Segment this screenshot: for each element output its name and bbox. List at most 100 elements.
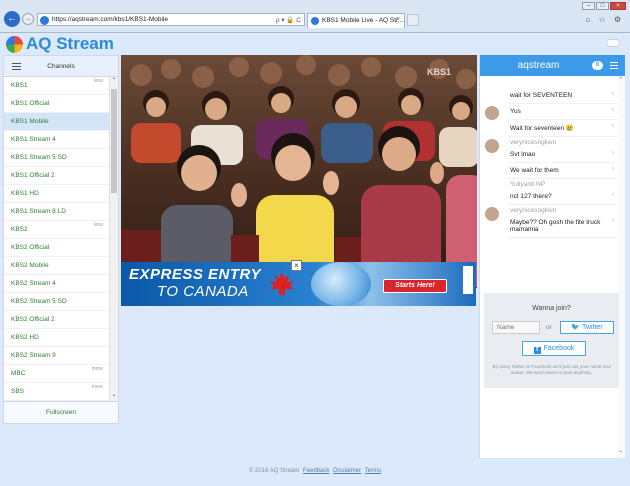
chat-message-text: Yus › [508,104,617,120]
channel-item[interactable]: KBS2 Stream 9 [4,347,111,365]
channel-label: SBS [11,388,25,395]
chat-username[interactable]: verynicesngkwn [508,137,617,147]
channel-item[interactable]: KBS1 Stream 4 [4,131,111,149]
chat-message: We wait for them › [484,163,617,179]
channel-item[interactable]: KBS1 Official 2 [4,167,111,185]
group-toggle[interactable]: more [92,383,103,392]
video-player[interactable]: KBS1 [121,55,477,288]
browser-tab[interactable]: KBS1 Mobile Live - AQ Str... × [307,13,405,28]
channel-item[interactable]: KBS1 Stream 5 SD [4,149,111,167]
group-toggle[interactable]: less [94,77,103,86]
chat-message: verynicesngkwn Maybe?? Oh gosh the fite t… [484,205,617,238]
channel-item[interactable]: KBS2 Stream 5 SD [4,293,111,311]
chat-header: aqstream 0 [480,55,625,76]
channel-item[interactable]: KBS1 HD [4,185,111,203]
channel-watermark: KBS1 [426,67,451,77]
back-button[interactable]: ← [4,11,20,27]
message-text: Wait for seventeen 😢 [510,125,574,132]
chat-message: Yus › [484,104,617,120]
group-toggle[interactable]: more [92,365,103,374]
scrollbar-thumb[interactable] [111,89,117,193]
channel-item[interactable]: KBS1 Mobile [4,113,111,131]
channel-sidebar: Channels KBS1 less KBS1 Official KBS1 Mobil… [3,55,119,424]
chat-username[interactable]: Yuliyanti NP [508,179,617,189]
tab-close-icon[interactable]: × [396,16,400,23]
new-tab-button[interactable] [407,14,419,26]
join-disclaimer: By using Twitter or Facebook we'll just … [492,364,611,375]
browser-chrome: – □ × ← → https://aqstream.com/kbs1/KBS1… [0,0,630,33]
sidebar-scrollbar[interactable]: ⌃ ⌄ [109,77,118,401]
forward-button[interactable]: → [22,13,34,25]
twitter-label: Twitter [582,324,603,331]
channel-label: KBS1 [11,82,28,89]
chat-scroll-down-icon[interactable]: ⌄ [618,447,623,454]
footer-link-feedback[interactable]: Feedback [303,468,329,474]
logo-icon [6,35,23,53]
avatar[interactable] [485,207,499,221]
group-toggle[interactable]: less [94,221,103,230]
channel-label: MBC [11,370,26,377]
channel-group[interactable]: MBC more [4,365,111,383]
ie-icon [40,16,49,25]
name-input[interactable] [492,321,540,334]
message-options-icon[interactable]: › [612,192,614,198]
chat-message-text: Svt lmao › [508,147,617,163]
address-url: https://aqstream.com/kbs1/KBS1-Mobile [52,16,168,23]
channel-group[interactable]: SBS more [4,383,111,401]
channel-item[interactable]: KBS1 Official [4,95,111,113]
address-bar[interactable]: https://aqstream.com/kbs1/KBS1-Mobile ρ … [37,13,305,26]
chat-scrollbar[interactable]: ⌃ ⌄ [618,76,625,458]
site-logo[interactable]: AQ Stream [6,34,114,54]
avatar[interactable] [485,139,499,153]
chat-scroll-up-icon[interactable]: ⌃ [618,76,623,83]
message-text: Yus [510,108,521,115]
channel-group[interactable]: KBS2 less [4,221,111,239]
message-options-icon[interactable]: › [612,218,614,224]
channel-label: KBS2 Mobile [11,262,49,269]
scroll-up-icon[interactable]: ⌃ [110,77,118,87]
message-options-icon[interactable]: › [612,166,614,172]
chat-messages: wait for SEVENTEEN › Yus › Wait for seventee… [484,88,617,238]
ad-close-icon[interactable]: × [291,260,302,271]
message-text: nct 127 there? [510,193,552,200]
channel-item[interactable]: KBS2 Official 2 [4,311,111,329]
maximize-button[interactable]: □ [596,2,609,10]
channel-item[interactable]: KBS2 Mobile [4,257,111,275]
close-window-button[interactable]: × [610,2,626,10]
window-controls: – □ × [582,2,626,10]
browser-tools[interactable]: ⌂ ☆ ⚙ [585,15,624,24]
footer-link-terms[interactable]: Terms [365,468,381,474]
twitter-login-button[interactable]: 🐦 Twitter [560,321,614,334]
theme-toggle[interactable] [606,39,620,47]
channel-label: KBS2 [11,226,28,233]
ad-cta-button[interactable]: Starts Here! [383,279,447,293]
message-text: We wait for them [510,167,559,174]
address-controls[interactable]: ρ ▾ 🔒 C [276,16,301,24]
facebook-login-button[interactable]: f Facebook [522,341,586,356]
channel-label: KBS2 Stream 9 [11,352,56,359]
copyright: © 2016 AQ Stream [248,468,300,474]
or-label: or [546,324,552,331]
message-options-icon[interactable]: › [612,91,614,97]
channel-group[interactable]: KBS1 less [4,77,111,95]
site-footer: © 2016 AQ Stream Feedback Disclaimer Ter… [0,468,630,474]
channel-list: KBS1 less KBS1 Official KBS1 Mobile KBS1 Str… [4,77,111,401]
message-options-icon[interactable]: › [612,150,614,156]
favicon-icon [311,17,319,25]
footer-link-disclaimer[interactable]: Disclaimer [333,468,361,474]
channel-item[interactable]: KBS2 HD [4,329,111,347]
chat-username[interactable]: verynicesngkwn [508,205,617,215]
ad-banner[interactable]: EXPRESS ENTRY TO CANADA Starts Here! × [121,260,476,306]
message-options-icon[interactable]: › [612,123,614,129]
channel-item[interactable]: KBS2 Stream 4 [4,275,111,293]
scroll-down-icon[interactable]: ⌄ [110,391,118,401]
channel-item[interactable]: KBS1 Stream 8 LD [4,203,111,221]
avatar[interactable] [485,106,499,120]
chat-menu-icon[interactable] [610,62,618,69]
chat-message: Wait for seventeen 😢 › [484,120,617,137]
message-options-icon[interactable]: › [612,107,614,113]
minimize-button[interactable]: – [582,2,595,10]
channel-item[interactable]: KBS2 Official [4,239,111,257]
sidebar-title: Channels [47,63,75,70]
fullscreen-button[interactable]: Fullscreen [4,401,118,423]
